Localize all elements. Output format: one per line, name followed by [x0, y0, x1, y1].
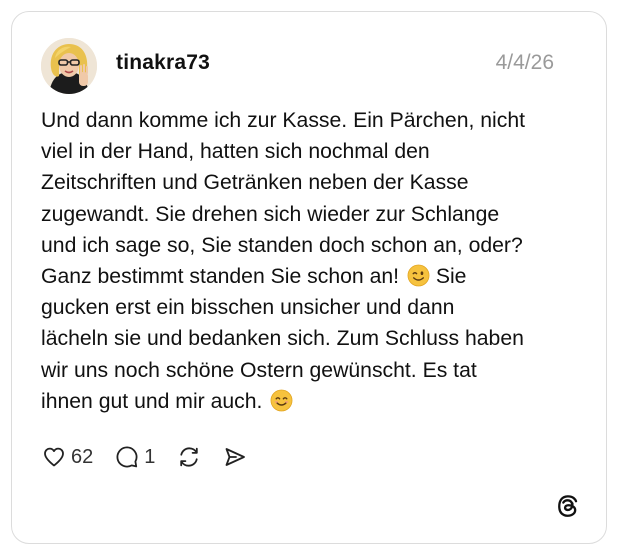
post-text-line: zugewandt. Sie drehen sich wieder zur Sc…: [41, 202, 500, 226]
reply-count: 1: [144, 445, 156, 468]
post-text-line-with-emoji: ihnen gut und mir auch.: [41, 386, 581, 417]
smiling-face-emoji-icon: [270, 389, 293, 412]
post-text-segment: ihnen gut und mir auch.: [41, 389, 263, 413]
post-text-line: wir uns noch schöne Ostern gewünscht. Es…: [41, 358, 477, 382]
repost-icon: [180, 447, 199, 467]
post-text-segment: Sie: [435, 265, 467, 289]
username[interactable]: tinakra73: [116, 51, 210, 75]
repost-button[interactable]: [177, 445, 201, 469]
post-card: tinakra73 4/4/26 Und dann komme ich zur …: [11, 11, 607, 544]
action-bar: 62 1: [42, 442, 247, 472]
post-text-line: Zeitschriften und Getränken neben der Ka…: [41, 171, 469, 195]
post-text-line: und ich sage so, Sie standen doch schon …: [41, 233, 523, 257]
like-count: 62: [71, 445, 94, 468]
send-icon: [225, 448, 246, 466]
post-text-line: gucken erst ein bisschen unsicher und da…: [41, 296, 455, 320]
share-button[interactable]: [223, 445, 247, 469]
post-body: Und dann komme ich zur Kasse. Ein Pärche…: [41, 105, 581, 417]
post-text-line-with-emoji: Ganz bestimmt standen Sie schon an! Sie: [41, 261, 581, 292]
winking-face-emoji-icon: [407, 264, 430, 287]
like-button[interactable]: 62: [42, 445, 93, 469]
post-date[interactable]: 4/4/26: [496, 51, 554, 75]
threads-logo-icon: [558, 495, 578, 517]
post-text-segment: Ganz bestimmt standen Sie schon an!: [41, 265, 400, 289]
comment-bubble-icon: [116, 446, 138, 468]
reply-button[interactable]: 1: [115, 445, 155, 469]
heart-icon: [44, 447, 64, 467]
post-text-line: lächeln sie und bedanken sich. Zum Schlu…: [41, 327, 524, 351]
post-text-line: viel in der Hand, hatten sich nochmal de…: [41, 140, 430, 164]
avatar[interactable]: [41, 38, 97, 94]
avatar-image: [41, 38, 97, 94]
post-text-line: Und dann komme ich zur Kasse. Ein Pärche…: [41, 109, 526, 132]
